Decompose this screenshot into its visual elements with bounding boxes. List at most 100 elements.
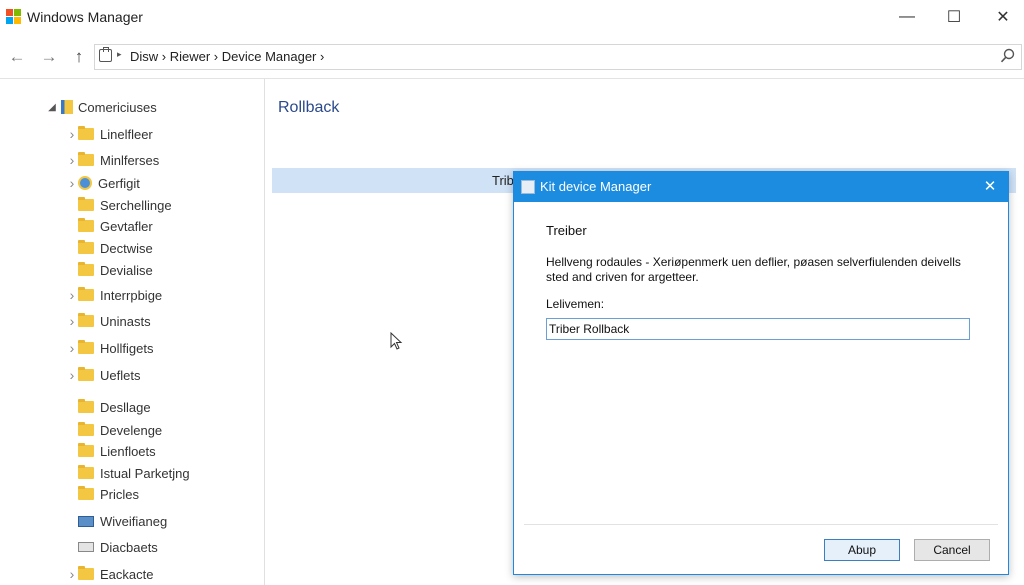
tree-item[interactable]: Gevtafler	[66, 216, 153, 236]
dialog-heading: Treiber	[546, 223, 587, 238]
expand-arrow-icon[interactable]: ›	[66, 566, 78, 582]
forward-arrow-icon[interactable]: →	[37, 46, 61, 68]
tree-item[interactable]: Serchellinge	[66, 195, 172, 215]
tree-item[interactable]: Istual Parketjng	[66, 463, 190, 483]
tree-item-label: Dectwise	[100, 240, 153, 256]
folder-icon	[78, 262, 94, 276]
dialog-body: Treiber Hellveng rodaules - Xeriøpenmerk…	[514, 202, 1008, 574]
selected-row-label: Trib	[492, 173, 514, 188]
tree-item[interactable]: › Hollfigets	[66, 338, 153, 358]
folder-icon	[78, 287, 94, 301]
monitor-icon	[78, 515, 94, 527]
location-icon	[99, 47, 112, 62]
tree-item[interactable]: Dectwise	[66, 238, 153, 258]
tree-item-label: Istual Parketjng	[100, 465, 190, 481]
up-arrow-icon[interactable]: ↑	[67, 46, 91, 68]
cancel-button[interactable]: Cancel	[914, 539, 990, 561]
tree-item-label: Desllage	[100, 399, 151, 415]
maximize-button[interactable]: ☐	[931, 0, 977, 34]
folder-icon	[78, 313, 94, 327]
dialog-description: Hellveng rodaules - Xeriøpenmerk uen def…	[546, 255, 961, 284]
minimize-button[interactable]: —	[884, 0, 930, 34]
tree-item[interactable]: › Uninasts	[66, 311, 151, 331]
tree-item[interactable]: Wiveifianeg	[66, 511, 167, 531]
tree-item-label: Pricles	[100, 486, 140, 502]
dialog-title: Kit device Manager	[540, 179, 652, 194]
expand-arrow-icon[interactable]: ›	[66, 313, 78, 329]
drive-icon	[78, 542, 94, 552]
tree-item[interactable]: Devialise	[66, 260, 153, 280]
tree-item-label: Devialise	[100, 262, 153, 278]
tree-item[interactable]: Develenge	[66, 420, 162, 440]
folder-icon	[78, 443, 94, 457]
tree-item-label: Diacbaets	[100, 539, 158, 555]
window-title: Windows Manager	[27, 9, 143, 25]
title-bar: Windows Manager — ☐ ✕	[0, 0, 1024, 36]
tree-item[interactable]: Lienfloets	[66, 441, 156, 461]
search-icon[interactable]	[999, 47, 1017, 65]
tree-item-label: Minlferses	[100, 152, 160, 168]
tree-item[interactable]: › Ueflets	[66, 365, 140, 385]
expanded-arrow-icon[interactable]: ◢	[46, 102, 58, 113]
close-button[interactable]: ✕	[980, 0, 1024, 34]
tree-item[interactable]: › Linelfleer	[66, 124, 153, 144]
folder-icon	[78, 422, 94, 436]
tree-item[interactable]: Pricles	[66, 484, 139, 504]
expand-arrow-icon[interactable]: ›	[66, 287, 78, 303]
dialog-title-bar[interactable]: Kit device Manager ✕	[514, 172, 1008, 202]
dialog-close-button[interactable]: ✕	[980, 177, 1000, 195]
tree-root-label: Comericiuses	[78, 99, 157, 115]
tree-item-label: Serchellinge	[100, 197, 172, 213]
tree-root[interactable]: ◢ Comericiuses	[46, 97, 157, 117]
mouse-pointer-icon	[390, 332, 403, 350]
folder-icon	[78, 367, 94, 381]
page-heading: Rollback	[278, 99, 340, 116]
tree-item[interactable]: › Eackacte	[66, 564, 153, 584]
expand-arrow-icon[interactable]: ›	[66, 175, 78, 191]
address-bar[interactable]: ▸ Disw › Riewer › Device Manager ›	[94, 44, 1022, 70]
device-manager-icon	[521, 180, 535, 194]
tree-item-label: Uninasts	[100, 313, 151, 329]
folder-icon	[78, 486, 94, 500]
folder-icon	[78, 218, 94, 232]
tree-item-label: Eackacte	[100, 566, 154, 582]
tree-item[interactable]: › Interrpbige	[66, 285, 162, 305]
tree-item-label: Ueflets	[100, 367, 141, 383]
tree-item-label: Linelfleer	[100, 126, 153, 142]
settings-icon	[78, 176, 92, 190]
field-label: Lelivemen:	[546, 297, 605, 311]
folder-icon	[78, 340, 94, 354]
navigation-bar: ← → ↑ ▸ Disw › Riewer › Device Manager ›	[0, 36, 1024, 79]
windows-logo-icon	[6, 9, 21, 24]
folder-icon	[78, 152, 94, 166]
folder-icon	[78, 399, 94, 413]
tree-item[interactable]: Desllage	[66, 397, 151, 417]
tree-item[interactable]: › Minlferses	[66, 150, 159, 170]
dialog-footer: Abup Cancel	[524, 524, 998, 575]
rollback-name-input[interactable]	[546, 318, 970, 340]
library-icon	[61, 100, 73, 114]
navigation-pane: ◢ Comericiuses › Linelfleer › Minlferses › Ge…	[0, 79, 265, 585]
folder-icon	[78, 126, 94, 140]
expand-arrow-icon[interactable]: ›	[66, 126, 78, 142]
address-path[interactable]: Disw › Riewer › Device Manager ›	[130, 49, 324, 64]
folder-icon	[78, 566, 94, 580]
tree-item-label: Interrpbige	[100, 287, 163, 303]
back-arrow-icon[interactable]: ←	[5, 46, 29, 68]
folder-icon	[78, 197, 94, 211]
expand-arrow-icon[interactable]: ›	[66, 152, 78, 168]
tree-item[interactable]: Diacbaets	[66, 537, 158, 557]
tree-item-label: Develenge	[100, 422, 163, 438]
expand-arrow-icon[interactable]: ›	[66, 340, 78, 356]
folder-icon	[78, 465, 94, 479]
device-manager-dialog: Kit device Manager ✕ Treiber Hellveng ro…	[513, 171, 1009, 575]
tree-item[interactable]: › Gerfigit	[66, 173, 140, 193]
address-chevron-icon[interactable]: ▸	[117, 49, 122, 60]
tree-item-label: Wiveifianeg	[100, 513, 168, 529]
tree-item-label: Gevtafler	[100, 218, 153, 234]
folder-icon	[78, 240, 94, 254]
tree-item-label: Hollfigets	[100, 340, 154, 356]
ok-button[interactable]: Abup	[824, 539, 900, 561]
tree-item-label: Gerfigit	[98, 175, 140, 191]
expand-arrow-icon[interactable]: ›	[66, 367, 78, 383]
